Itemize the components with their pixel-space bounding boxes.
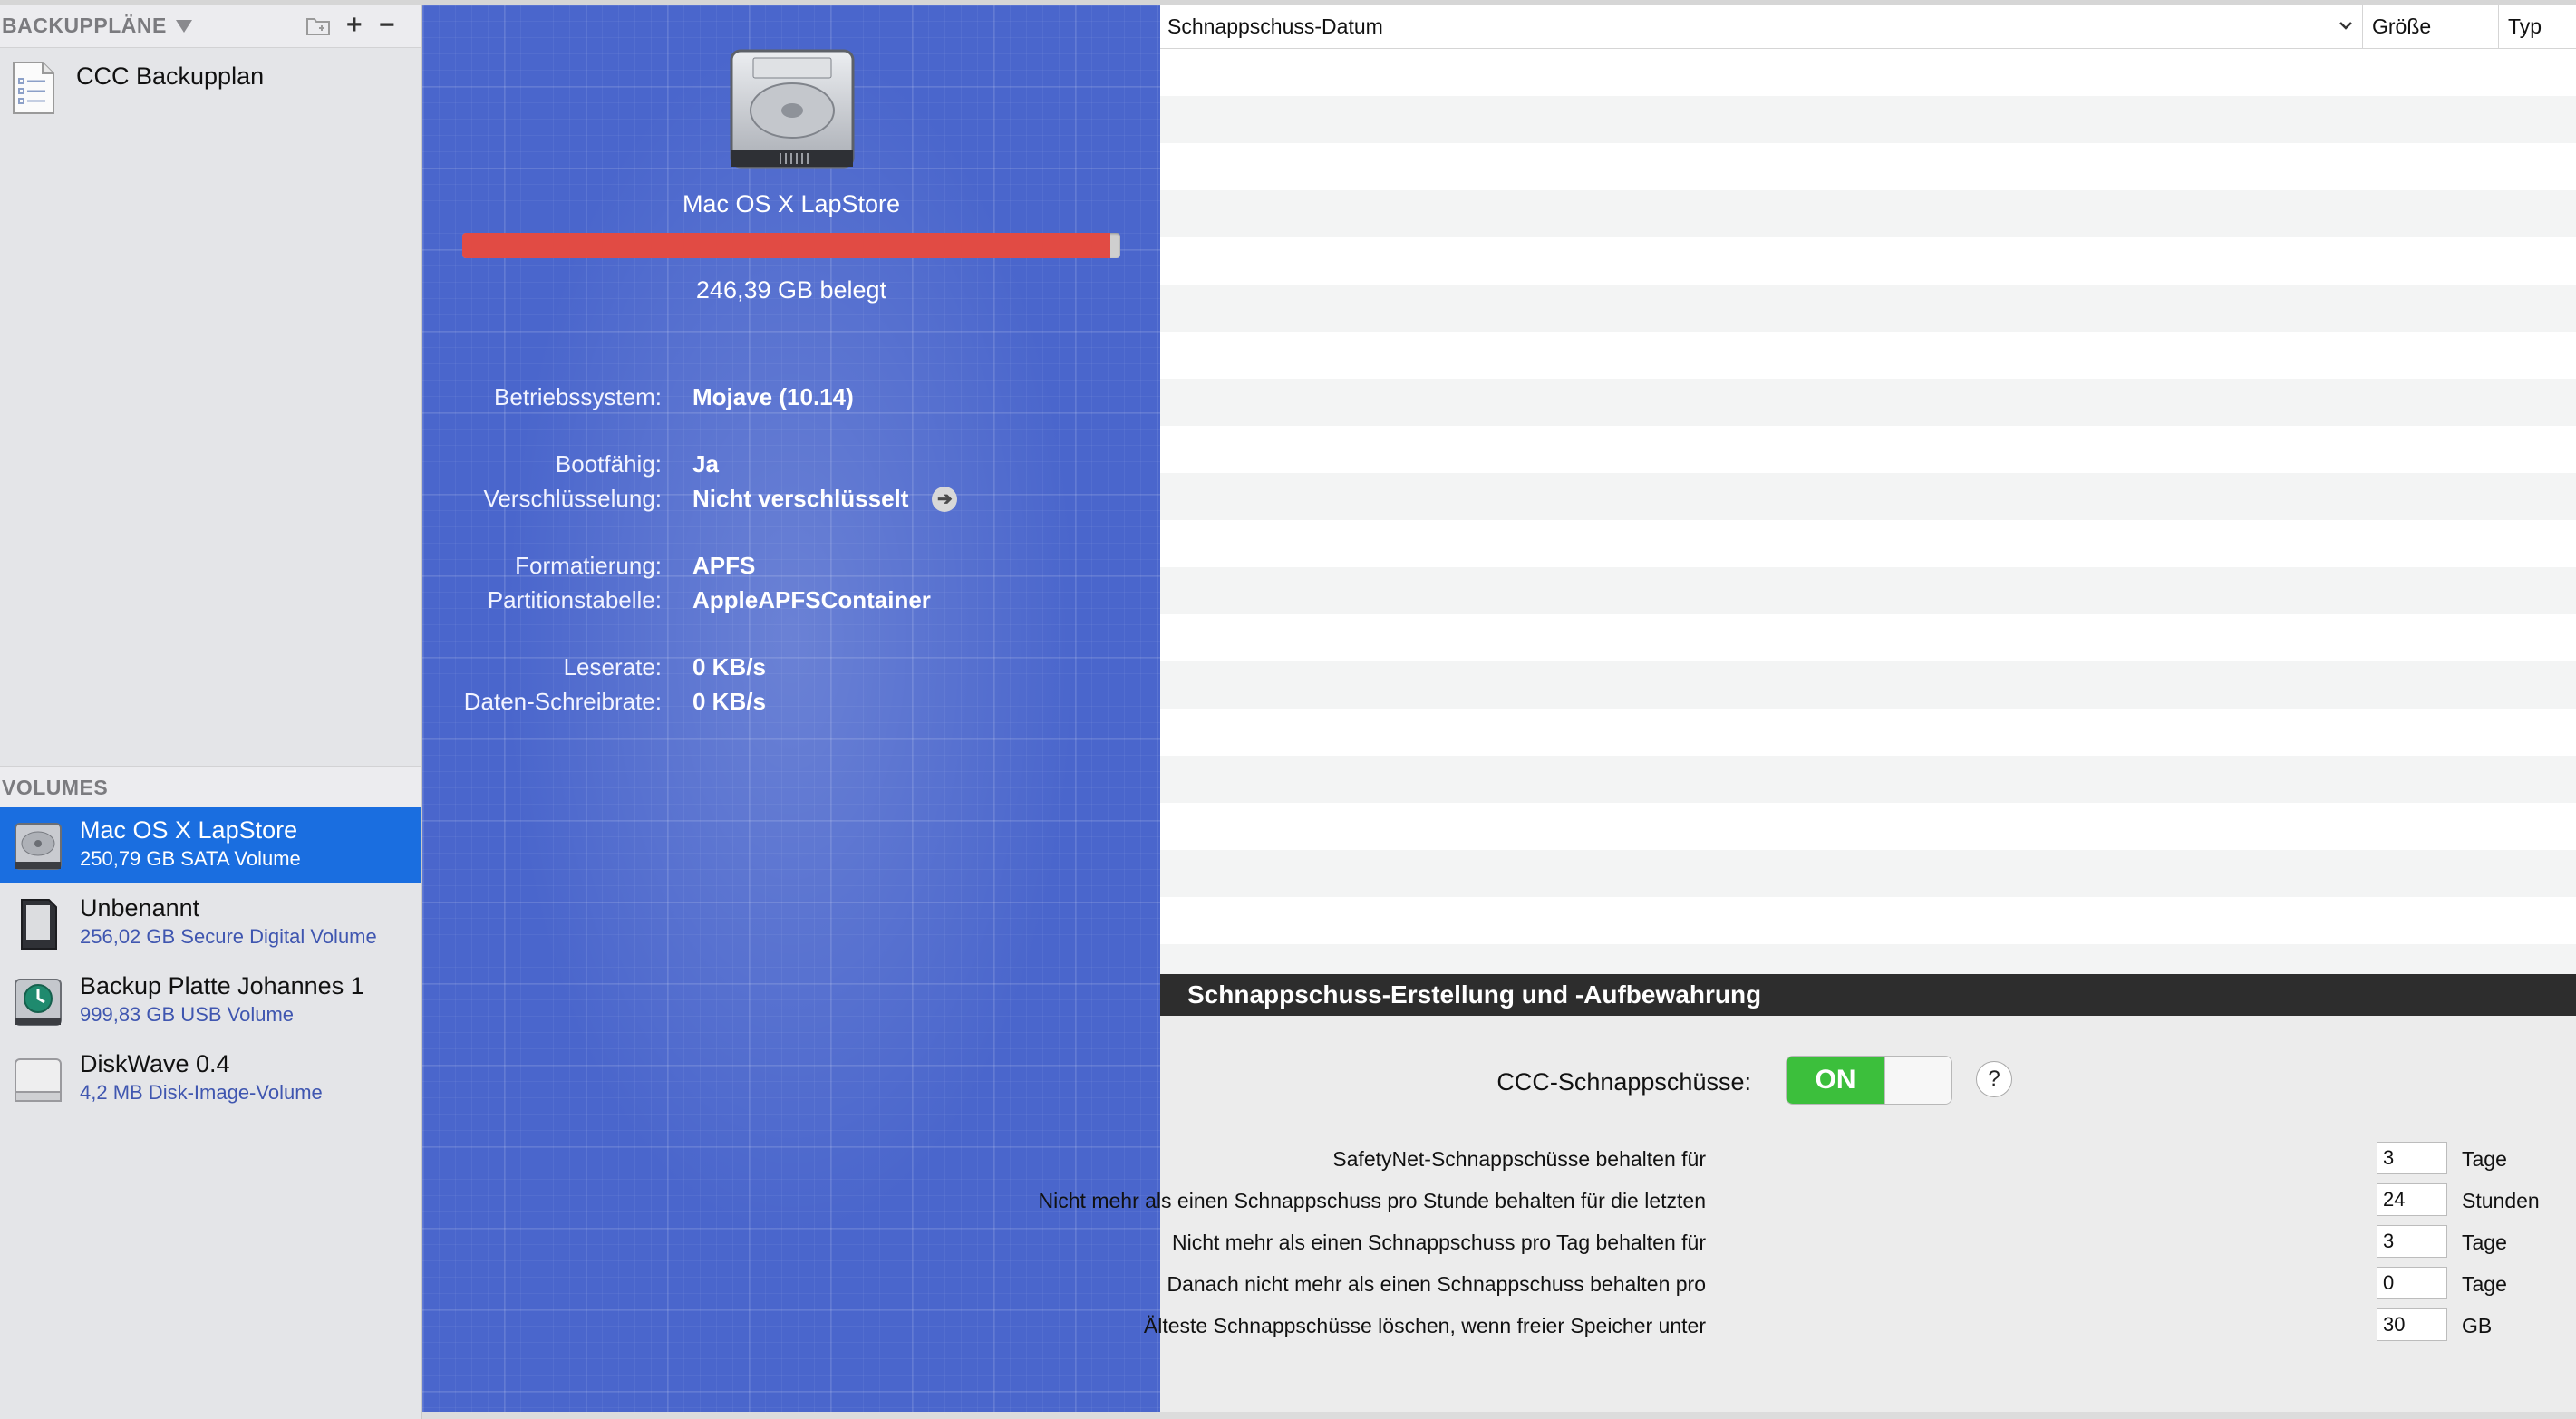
volume-name: Backup Platte Johannes 1 [80,972,364,999]
retention-input-thereafter-days[interactable] [2377,1267,2447,1299]
column-header-size[interactable]: Größe [2362,5,2508,48]
backup-plans-header[interactable]: BACKUPPLÄNE + − [0,5,421,48]
info-value: Ja [692,450,719,478]
volume-details: 250,79 GB SATA Volume [80,847,301,870]
info-label: Bootfähig: [555,450,662,478]
chevron-down-icon[interactable] [2337,15,2355,37]
info-row-partition-table: Partitionstabelle: AppleAPFSContainer [422,586,1160,623]
disk-image-icon [15,1058,62,1102]
sidebar-volume-mac-os-x-lapstore[interactable]: Mac OS X LapStore 250,79 GB SATA Volume [0,807,421,883]
retention-input-hourly-hours[interactable] [2377,1183,2447,1216]
arrow-right-circle-icon[interactable]: ➔ [932,486,958,512]
info-label: Leserate: [563,653,662,681]
document-list-icon [13,62,54,114]
usage-bar-fill [462,233,1111,258]
column-header-type[interactable]: Typ [2498,5,2576,48]
info-value: 0 KB/s [692,653,766,681]
retention-row-free-space: Älteste Schnappschüsse löschen, wenn fre… [1144,1308,2576,1345]
ccc-snapshots-label: CCC-Schnappschüsse: [1496,1068,1751,1096]
info-label: Verschlüsselung: [483,485,662,512]
info-value: AppleAPFSContainer [692,586,931,613]
usage-text: 246,39 GB belegt [695,276,887,304]
remove-plan-button[interactable]: − [379,12,395,39]
column-header-label: Größe [2372,14,2432,38]
column-header-snapshot-date[interactable]: Schnappschuss-Datum [1167,5,2364,48]
backup-plans-title: BACKUPPLÄNE [2,14,167,37]
column-header-label: Typ [2508,14,2542,38]
volume-name: Unbenannt [80,894,200,922]
hard-drive-icon [15,823,62,870]
sidebar-volume-diskwave[interactable]: DiskWave 0.4 4,2 MB Disk-Image-Volume [0,1041,421,1117]
usage-bar [462,233,1120,258]
retention-unit: Tage [2462,1272,2507,1296]
sidebar-volume-backup-platte-johannes[interactable]: Backup Platte Johannes 1 999,83 GB USB V… [0,963,421,1039]
window-bottom-edge [422,1412,2576,1419]
table-header: Schnappschuss-Datum Größe Typ [1160,5,2576,49]
info-value: Mojave (10.14) [692,383,854,410]
retention-label: SafetyNet-Schnappschüsse behalten für [1332,1147,1706,1171]
ccc-snapshots-toggle[interactable]: ON [1786,1056,1952,1105]
retention-row-daily: Nicht mehr als einen Schnappschuss pro T… [1160,1225,2576,1261]
retention-unit: Tage [2462,1231,2507,1254]
snapshot-table: Schnappschuss-Datum Größe Typ [1160,5,2576,974]
info-row-os: Betriebssystem: Mojave (10.14) [422,383,1160,420]
retention-row-hourly: Nicht mehr als einen Schnappschuss pro S… [1039,1183,2576,1220]
help-button[interactable]: ? [1976,1061,2012,1097]
sidebar-item-label: CCC Backupplan [76,63,265,90]
info-row-encryption: Verschlüsselung: Nicht verschlüsselt ➔ [422,485,1160,521]
retention-row-safetynet: SafetyNet-Schnappschüsse behalten für Ta… [1160,1142,2576,1178]
ccc-snapshots-row: CCC-Schnappschüsse: ON ? [1160,1056,2576,1106]
volume-name: DiskWave 0.4 [80,1050,230,1077]
section-title: Schnappschuss-Erstellung und -Aufbewahru… [1160,974,2576,1016]
info-row-bootable: Bootfähig: Ja [422,450,1160,487]
info-row-read-rate: Leserate: 0 KB/s [422,653,1160,690]
sidebar-volume-unbenannt[interactable]: Unbenannt 256,02 GB Secure Digital Volum… [0,885,421,961]
add-plan-button[interactable]: + [346,12,363,39]
info-label: Formatierung: [515,552,662,579]
info-row-format: Formatierung: APFS [422,552,1160,588]
info-row-write-rate: Daten-Schreibrate: 0 KB/s [422,688,1160,724]
info-value-encryption: Nicht verschlüsselt ➔ [692,485,958,513]
sd-card-icon [21,899,57,950]
retention-label: Älteste Schnappschüsse löschen, wenn fre… [1143,1314,1706,1337]
table-rows-empty[interactable] [1160,49,2576,974]
snapshot-settings-panel: Schnappschuss-Erstellung und -Aufbewahru… [1039,974,2576,1419]
time-machine-drive-icon [15,979,62,1026]
sidebar: BACKUPPLÄNE + − CCC Backupplan VOLUMES M… [0,5,422,1419]
info-value: APFS [692,552,756,579]
info-value: 0 KB/s [692,688,766,715]
info-label: Partitionstabelle: [487,586,662,613]
sidebar-item-ccc-backupplan[interactable]: CCC Backupplan [0,55,421,119]
retention-label: Danach nicht mehr als einen Schnappschus… [1167,1272,1706,1296]
toggle-knob [1884,1057,1951,1104]
volume-title: Mac OS X LapStore [682,190,901,217]
retention-input-daily-days[interactable] [2377,1225,2447,1258]
hard-drive-icon [730,49,855,169]
info-label: Betriebssystem: [494,383,662,410]
info-label: Daten-Schreibrate: [463,688,662,715]
volumes-header: VOLUMES [0,766,421,809]
volumes-title: VOLUMES [2,775,109,799]
retention-input-free-space-gb[interactable] [2377,1308,2447,1341]
volume-name: Mac OS X LapStore [80,816,298,844]
volume-details: 256,02 GB Secure Digital Volume [80,925,377,948]
retention-unit: Tage [2462,1147,2507,1171]
disclosure-triangle-icon[interactable] [175,19,192,33]
retention-unit: Stunden [2462,1189,2540,1212]
retention-unit: GB [2462,1314,2493,1337]
toggle-on-label: ON [1787,1057,1884,1104]
retention-input-safetynet-days[interactable] [2377,1142,2447,1174]
volume-details: 4,2 MB Disk-Image-Volume [80,1081,323,1104]
column-header-label: Schnappschuss-Datum [1167,14,1383,38]
retention-row-thereafter: Danach nicht mehr als einen Schnappschus… [1160,1267,2576,1303]
retention-label: Nicht mehr als einen Schnappschuss pro T… [1172,1231,1706,1254]
new-folder-icon[interactable] [305,15,330,35]
volume-details: 999,83 GB USB Volume [80,1003,295,1026]
plan-tools: + − [305,12,395,39]
info-value: Nicht verschlüsselt [692,485,909,512]
retention-label: Nicht mehr als einen Schnappschuss pro S… [1038,1189,1706,1212]
